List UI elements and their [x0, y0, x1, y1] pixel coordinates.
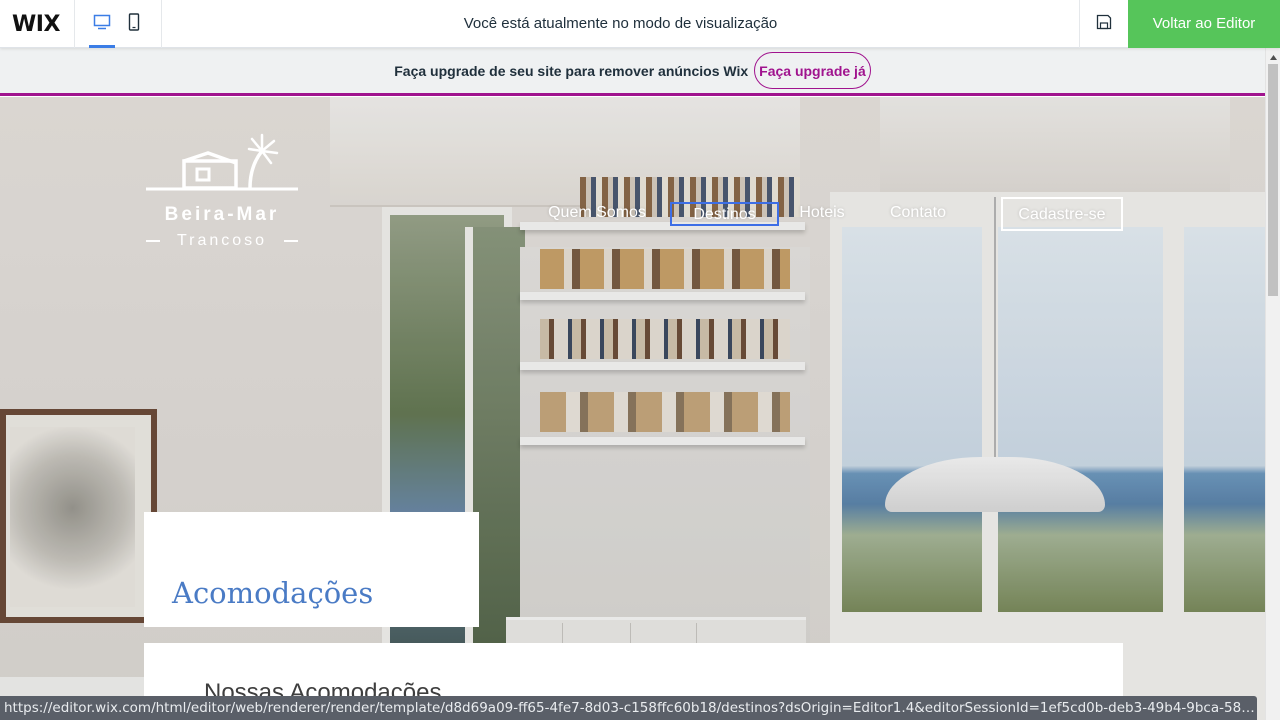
- wix-preview-topbar: WIX Você está atualmente no modo de visu…: [0, 0, 1280, 48]
- topbar-divider: [74, 0, 75, 48]
- page-title: Acomodações: [172, 576, 374, 610]
- site-logo-name: Beira-Mar: [164, 204, 280, 225]
- preview-mode-message: Você está atualmente no modo de visualiz…: [463, 15, 778, 32]
- site-logo-subtitle-row: Trancoso: [146, 231, 298, 251]
- page-title-card: Acomodações: [144, 512, 479, 627]
- nav-item-destinos[interactable]: Destinos: [670, 202, 779, 226]
- site-preview: Beira-Mar Trancoso Quem Somos Destinos H…: [0, 97, 1265, 720]
- scroll-up-button[interactable]: [1266, 48, 1280, 63]
- site-logo-subtitle: Trancoso: [176, 232, 268, 249]
- wix-logo[interactable]: WIX: [12, 11, 60, 37]
- house-palm-icon: [146, 133, 298, 197]
- back-to-editor-button[interactable]: Voltar ao Editor: [1128, 0, 1280, 48]
- desktop-icon: [93, 14, 111, 35]
- mobile-icon: [128, 12, 140, 36]
- nav-item-contato[interactable]: Contato: [881, 197, 955, 231]
- page-scrollbar[interactable]: [1265, 48, 1280, 720]
- upgrade-banner: Faça upgrade de seu site para remover an…: [0, 48, 1265, 96]
- logo-dash: [146, 240, 160, 242]
- active-view-indicator: [89, 45, 115, 48]
- scrollbar-thumb[interactable]: [1268, 64, 1278, 296]
- save-button[interactable]: [1080, 0, 1128, 48]
- upgrade-now-button[interactable]: Faça upgrade já: [754, 52, 871, 89]
- upgrade-banner-text: Faça upgrade de seu site para remover an…: [394, 62, 749, 79]
- nav-item-hoteis[interactable]: Hoteis: [790, 197, 854, 231]
- logo-dash: [283, 240, 298, 242]
- link-status-url: https://editor.wix.com/html/editor/web/r…: [0, 696, 1257, 720]
- save-icon: [1096, 14, 1112, 35]
- mobile-view-button[interactable]: [122, 0, 146, 48]
- nav-item-quem-somos[interactable]: Quem Somos: [535, 197, 659, 231]
- scroll-up-arrow-icon: [1270, 47, 1277, 65]
- desktop-view-button[interactable]: [88, 0, 116, 48]
- signup-button[interactable]: Cadastre-se: [1001, 197, 1123, 231]
